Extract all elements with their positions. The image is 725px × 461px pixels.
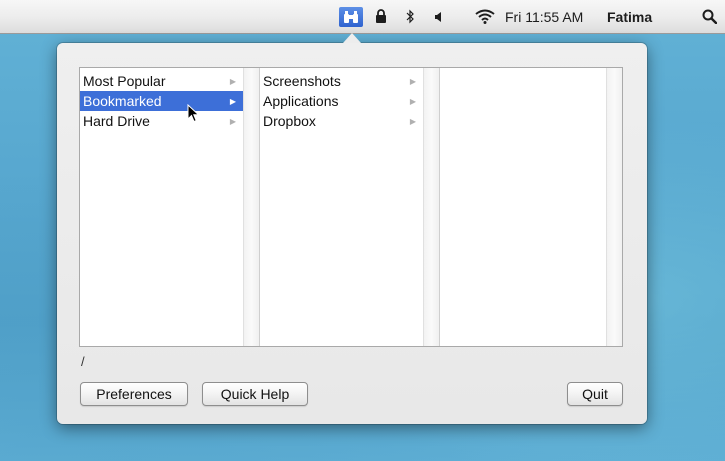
column-3-list xyxy=(440,68,606,346)
preferences-button[interactable]: Preferences xyxy=(80,382,188,406)
list-item-dropbox[interactable]: Dropbox ▶ xyxy=(260,111,423,131)
browser-column-2: Screenshots ▶ Applications ▶ Dropbox ▶ xyxy=(260,68,440,346)
spotlight-search-icon[interactable] xyxy=(698,0,720,33)
popover-arrow xyxy=(343,33,361,43)
column-3-scrollbar[interactable] xyxy=(606,68,622,346)
menubar-user[interactable]: Fatima xyxy=(604,0,666,33)
disclosure-arrow-icon: ▶ xyxy=(229,116,236,126)
current-path: / xyxy=(81,354,85,369)
list-item-label: Bookmarked xyxy=(83,93,162,109)
list-item-most-popular[interactable]: Most Popular ▶ xyxy=(80,71,243,91)
list-item-screenshots[interactable]: Screenshots ▶ xyxy=(260,71,423,91)
list-item-hard-drive[interactable]: Hard Drive ▶ xyxy=(80,111,243,131)
app-popover-panel: Most Popular ▶ Bookmarked ▶ Hard Drive ▶… xyxy=(57,43,647,424)
column-1-list: Most Popular ▶ Bookmarked ▶ Hard Drive ▶ xyxy=(80,68,243,346)
quick-help-button[interactable]: Quick Help xyxy=(202,382,308,406)
menu-bar: Fri 11:55 AM Fatima xyxy=(0,0,725,34)
disclosure-arrow-icon: ▶ xyxy=(229,76,236,86)
lock-icon[interactable] xyxy=(372,0,390,33)
list-item-label: Dropbox xyxy=(263,113,316,129)
quit-button[interactable]: Quit xyxy=(567,382,623,406)
list-item-applications[interactable]: Applications ▶ xyxy=(260,91,423,111)
volume-icon[interactable] xyxy=(432,0,446,33)
mouse-pointer-icon xyxy=(187,103,200,128)
column-browser: Most Popular ▶ Bookmarked ▶ Hard Drive ▶… xyxy=(79,67,623,347)
column-1-scrollbar[interactable] xyxy=(243,68,259,346)
browser-column-1: Most Popular ▶ Bookmarked ▶ Hard Drive ▶ xyxy=(80,68,260,346)
disclosure-arrow-icon: ▶ xyxy=(409,116,416,126)
list-item-label: Hard Drive xyxy=(83,113,150,129)
list-item-label: Most Popular xyxy=(83,73,166,89)
disclosure-arrow-icon: ▶ xyxy=(409,96,416,106)
disclosure-arrow-icon: ▶ xyxy=(409,76,416,86)
column-2-list: Screenshots ▶ Applications ▶ Dropbox ▶ xyxy=(260,68,423,346)
list-item-label: Applications xyxy=(263,93,339,109)
list-item-label: Screenshots xyxy=(263,73,341,89)
column-2-scrollbar[interactable] xyxy=(423,68,439,346)
disclosure-arrow-icon: ▶ xyxy=(229,96,236,106)
menubar-clock[interactable]: Fri 11:55 AM xyxy=(501,0,599,33)
bluetooth-icon[interactable] xyxy=(403,0,417,33)
list-item-bookmarked[interactable]: Bookmarked ▶ xyxy=(80,91,243,111)
browser-column-3 xyxy=(440,68,622,346)
wifi-icon[interactable] xyxy=(474,0,496,33)
binoculars-icon[interactable] xyxy=(339,7,363,27)
